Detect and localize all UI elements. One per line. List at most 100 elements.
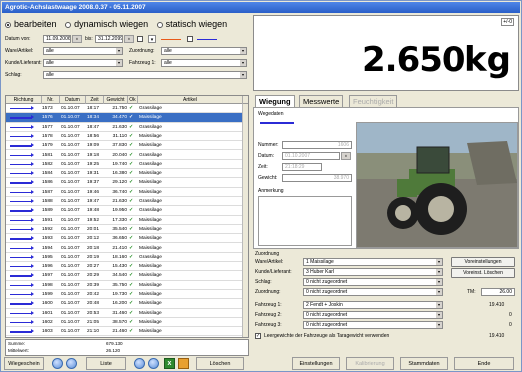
fahrzeug3-select[interactable]: 0 nicht zugeordnet ▾ (303, 321, 443, 329)
chevron-down-icon: ▾ (436, 269, 442, 275)
zeit-field[interactable]: 21:18:29 (282, 163, 322, 171)
table-row[interactable]: 1591 01.10.07 19:52 17.330 ✓ Maissilage (6, 216, 243, 225)
table-row[interactable]: 1578 01.10.07 18:56 31.110 ✓ Maissilage (6, 132, 243, 142)
mode-statisch-radio[interactable]: statisch wiegen (156, 17, 227, 31)
schlag-select[interactable]: 0 nicht zugeordnet ▾ (303, 278, 443, 286)
print-icon[interactable] (52, 358, 63, 369)
right-panel: +/-0 2.650 kg Wiegung Messwerte Feuchtig… (253, 15, 519, 345)
table-row[interactable]: 1573 01.10.07 18:17 21.750 ✓ Grassilage (6, 104, 243, 114)
dropdown-icon[interactable]: ▾ (148, 35, 156, 43)
mode-dynamisch-radio[interactable]: dynamisch wiegen (65, 17, 148, 31)
zuordnung-select[interactable]: alle ▾ (161, 47, 247, 55)
schlag-select[interactable]: alle ▾ (43, 71, 247, 79)
ok-check-icon: ✓ (129, 319, 134, 325)
excel-export-icon[interactable]: x (164, 358, 175, 369)
table-row[interactable]: 1586 01.10.07 19:37 29.120 ✓ Maissilage (6, 178, 243, 188)
table-row[interactable]: 1579 01.10.07 19:09 37.830 ✓ Maissilage (6, 141, 243, 151)
datum-spinner[interactable]: ± (341, 152, 351, 160)
gewicht-field[interactable]: 38.970 (282, 174, 352, 182)
col-gewicht[interactable]: Gewicht (104, 96, 128, 104)
table-row[interactable]: 1594 01.10.07 20:18 21.410 ✓ Maissilage (6, 244, 243, 253)
table-row[interactable]: 1597 01.10.07 20:29 34.540 ✓ Maissilage (6, 271, 243, 281)
voreinstellungen-button[interactable]: Voreinstellungen (451, 257, 515, 267)
table-row[interactable]: 1600 01.10.07 20:48 16.200 ✓ Maissilage (6, 299, 243, 309)
voreinst-loeschen-button[interactable]: Voreinst. Löschen (451, 268, 515, 278)
wiegeschein-button[interactable]: Wiegeschein (4, 357, 44, 370)
table-row[interactable]: 1599 01.10.07 20:42 19.730 ✓ Maissilage (6, 290, 243, 300)
direction-right-arrow-icon (6, 188, 42, 197)
direction-right-arrow-icon (6, 271, 42, 280)
date-from-spinner[interactable]: ± (72, 35, 82, 43)
table-row[interactable]: 1602 01.10.07 21:05 38.570 ✓ Maissilage (6, 318, 243, 328)
kunde-select[interactable]: 3 Huber Karl ▾ (303, 268, 443, 276)
fahrzeug1-label: Fahrzeug 1: (255, 302, 282, 308)
col-richtung[interactable]: Richtung (6, 96, 42, 104)
cell-nr: 1582 (42, 161, 53, 167)
cell-nr: 1576 (42, 115, 53, 121)
table-row[interactable]: 1596 01.10.07 20:27 15.430 ✓ Maissilage (6, 262, 243, 272)
leergewicht-checkbox[interactable]: ✓ (255, 333, 261, 339)
table-row[interactable]: 1592 01.10.07 20:01 35.540 ✓ Maissilage (6, 225, 243, 235)
kunde-select[interactable]: alle ▾ (43, 59, 123, 67)
nummer-field[interactable]: 1606 (282, 141, 352, 149)
einstellungen-button[interactable]: Einstellungen (292, 357, 340, 370)
table-row[interactable]: 1588 01.10.07 19:47 21.630 ✓ Grassilage (6, 197, 243, 207)
table-scrollbar[interactable] (242, 104, 248, 337)
direction-checkbox[interactable] (187, 36, 193, 42)
table-row[interactable]: 1587 01.10.07 19:46 36.740 ✓ Maissilage (6, 188, 243, 197)
table-row[interactable]: 1603 01.10.07 21:10 21.460 ✓ Maissilage (6, 327, 243, 337)
table-row[interactable]: 1598 01.10.07 20:39 35.750 ✓ Maissilage (6, 281, 243, 290)
cell-zeit: 19:18 (87, 152, 100, 158)
table-row[interactable]: 1589 01.10.07 19:48 19.950 ✓ Grassilage (6, 206, 243, 216)
cell-nr: 1601 (42, 310, 53, 316)
tab-feuchtigkeit[interactable]: Feuchtigkeit (349, 95, 398, 107)
date-to-spinner[interactable]: ± (124, 35, 134, 43)
ware-select[interactable]: 1 Maissilage ▾ (303, 258, 443, 266)
table-row[interactable]: 1593 01.10.07 20:12 36.650 ✓ Maissilage (6, 234, 243, 244)
ok-check-icon: ✓ (129, 143, 134, 149)
fahrzeug1-select[interactable]: 2 Fendt + Joskin ▾ (303, 301, 443, 309)
nummer-label: Nummer: (258, 142, 279, 148)
tab-messwerte[interactable]: Messwerte (299, 95, 344, 107)
col-artikel[interactable]: Artikel (138, 96, 243, 104)
print-list-icon[interactable] (134, 358, 145, 369)
cell-artikel: Maissilage (139, 133, 162, 139)
tm-field[interactable]: 26.00 (481, 288, 515, 296)
table-row[interactable]: 1595 01.10.07 20:19 18.160 ✓ Grassilage (6, 253, 243, 263)
fahrzeug-label: Fahrzeug 1: (129, 60, 156, 66)
date-to-input[interactable]: 31.12.2099 (95, 35, 123, 43)
date-checkbox[interactable] (137, 36, 143, 42)
ende-button[interactable]: Ende (454, 357, 514, 370)
table-row[interactable]: 1601 01.10.07 20:53 31.460 ✓ Maissilage (6, 309, 243, 318)
col-nr[interactable]: Nr. (42, 96, 60, 104)
table-row[interactable]: 1581 01.10.07 19:18 20.040 ✓ Grassilage (6, 151, 243, 160)
col-ok[interactable]: Ok (128, 96, 138, 104)
preview-list-icon[interactable] (148, 358, 159, 369)
cell-nr: 1587 (42, 189, 53, 195)
zuordnung-select[interactable]: 0 nicht zugeordnet ▾ (303, 288, 443, 296)
direction-right-arrow-icon[interactable] (197, 39, 217, 41)
loeschen-button[interactable]: Löschen (196, 357, 244, 370)
cell-zeit: 21:10 (87, 329, 100, 335)
ware-select[interactable]: alle ▾ (43, 47, 123, 55)
fahrzeug2-select[interactable]: 0 nicht zugeordnet ▾ (303, 311, 443, 319)
liste-button[interactable]: Liste (86, 357, 126, 370)
cell-datum: 01.10.07 (61, 106, 80, 111)
export-icon[interactable] (178, 358, 189, 369)
kalibrierung-button[interactable]: Kalibrierung (346, 357, 394, 370)
table-row[interactable]: 1576 01.10.07 18:34 34.470 ✓ Maissilage (6, 113, 243, 123)
anmerkung-textarea[interactable] (258, 196, 352, 246)
table-row[interactable]: 1577 01.10.07 18:47 21.630 ✓ Grassilage (6, 123, 243, 132)
direction-left-arrow-icon[interactable] (161, 39, 181, 41)
cell-gewicht: 17.330 (112, 217, 127, 223)
table-row[interactable]: 1584 01.10.07 19:31 16.380 ✓ Maissilage (6, 169, 243, 179)
preview-icon[interactable] (66, 358, 77, 369)
datum-field[interactable]: 01.10.2007 (282, 152, 340, 160)
fahrzeug-select[interactable]: alle ▾ (161, 59, 247, 67)
col-datum[interactable]: Datum (60, 96, 86, 104)
date-from-input[interactable]: 11.09.2006 (43, 35, 71, 43)
col-zeit[interactable]: Zeit (86, 96, 104, 104)
stammdaten-button[interactable]: Stammdaten (400, 357, 448, 370)
table-row[interactable]: 1582 01.10.07 19:25 19.740 ✓ Grassilage (6, 160, 243, 170)
mode-bearbeiten-radio[interactable]: bearbeiten (5, 17, 57, 31)
